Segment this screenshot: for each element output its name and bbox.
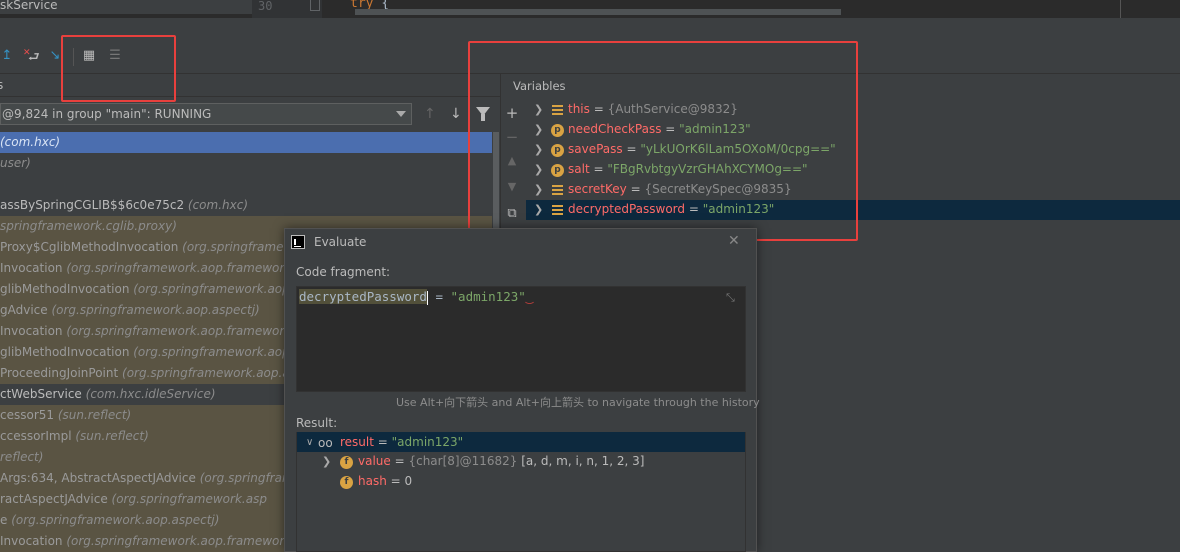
frame-method: ccessorImpl xyxy=(0,429,72,443)
field-type: {char[8]@11682} xyxy=(408,454,522,468)
result-label: Result: xyxy=(296,416,338,430)
frame-package: (org.springframework.aop.a xyxy=(118,366,290,380)
frame-package: (com.hxc.idleService) xyxy=(81,387,216,401)
frame-row[interactable]: (com.hxc) xyxy=(0,132,492,153)
frame-package: (org.springframework.aop.aspectj) xyxy=(47,303,260,317)
field-name: value xyxy=(358,454,391,468)
frame-package: (org.springframework.aop.framework xyxy=(62,324,292,338)
frame-package: (org.springframework.aop.framework xyxy=(62,261,292,275)
dialog-title: Evaluate xyxy=(314,235,367,249)
code-fragment-string: "admin123" xyxy=(450,289,526,304)
frame-package: (org.springframework.aop xyxy=(129,345,290,359)
run-to-cursor-icon[interactable]: ↘ xyxy=(48,49,62,63)
frame-method: glibMethodInvocation xyxy=(0,345,130,359)
frame-package: (org.springframework.aop.framework xyxy=(62,534,292,548)
fold-icon[interactable] xyxy=(310,0,320,11)
field-value: [a, d, m, i, n, 1, 2, 3] xyxy=(521,454,645,468)
editor-file-tab[interactable]: skService xyxy=(0,0,252,14)
frame-package: (org.springframework.aop xyxy=(129,282,290,296)
frame-package: springframework.cglib.proxy) xyxy=(0,219,177,233)
history-hint: Use Alt+向下箭头 and Alt+向上箭头 to navigate th… xyxy=(396,396,760,409)
editor-horizontal-scrollbar[interactable] xyxy=(355,9,841,15)
result-name: result xyxy=(340,435,374,449)
chevron-down-icon[interactable] xyxy=(396,111,406,117)
arrow-up-icon[interactable]: ↑ xyxy=(424,106,436,122)
frame-package: user) xyxy=(0,156,31,170)
chevron-down-icon[interactable]: ∨ xyxy=(306,437,313,448)
watch-glasses-icon: oo xyxy=(318,436,333,450)
code-fragment-label: Code fragment: xyxy=(296,265,391,279)
step-out-icon[interactable]: ↥ xyxy=(0,49,14,63)
frame-method: Invocation xyxy=(0,324,63,338)
frame-package: reflect) xyxy=(0,450,44,464)
code-fragment-text: decryptedPassword = "admin123"‿ xyxy=(299,289,533,305)
equals-sign: = xyxy=(390,454,409,468)
frame-row[interactable] xyxy=(0,174,492,195)
field-value: 0 xyxy=(404,474,413,488)
frame-method: cessor51 xyxy=(0,408,55,422)
result-text: result = "admin123" xyxy=(340,435,463,449)
result-value: "admin123" xyxy=(391,435,464,449)
field-icon: f xyxy=(340,476,353,489)
line-number: 30 xyxy=(258,0,273,13)
equals-sign: = xyxy=(373,435,392,449)
intellij-icon-line xyxy=(294,246,301,247)
frame-method: assBySpringCGLIB$$6c0e75c2 xyxy=(0,198,185,212)
editor-divider xyxy=(1120,0,1121,18)
frame-method: Args:634, AbstractAspectJAdvice xyxy=(0,471,196,485)
frame-method: ProceedingJoinPoint xyxy=(0,366,119,380)
frame-package: (org.springframew xyxy=(178,240,294,254)
chevron-right-icon[interactable]: ❯ xyxy=(322,455,331,468)
frame-package: (org.springframework.asp xyxy=(107,492,267,506)
arrow-down-icon[interactable]: ↓ xyxy=(450,106,462,122)
frames-header-label: s xyxy=(0,78,4,92)
frame-package: (sun.reflect) xyxy=(54,408,132,422)
code-fragment-variable: decryptedPassword xyxy=(299,289,427,304)
frame-method: ctWebService xyxy=(0,387,82,401)
frame-row[interactable]: assBySpringCGLIB$$6c0e75c2 (com.hxc) xyxy=(0,195,492,216)
frame-method: Proxy$CglibMethodInvocation xyxy=(0,240,179,254)
frame-method: ractAspectJAdvice xyxy=(0,492,108,506)
highlight-box-toolbar xyxy=(61,35,176,102)
field-icon: f xyxy=(340,456,353,469)
result-child-text: value = {char[8]@11682} [a, d, m, i, n, … xyxy=(358,454,645,468)
frame-package: (sun.reflect) xyxy=(71,429,149,443)
code-fragment-operator: = xyxy=(427,289,451,304)
frame-method: glibMethodInvocation xyxy=(0,282,130,296)
highlight-box-variables xyxy=(468,41,858,241)
frame-method: Invocation xyxy=(0,534,63,548)
equals-sign: = xyxy=(386,474,405,488)
error-squiggle-icon: ‿ xyxy=(525,289,534,304)
frame-package: (com.hxc) xyxy=(184,198,249,212)
expand-icon[interactable]: ⤡ xyxy=(726,291,735,305)
frame-method: Invocation xyxy=(0,261,63,275)
thread-selector-value: @9,824 in group "main": RUNNING xyxy=(2,107,212,121)
intellij-icon-bar xyxy=(294,239,296,245)
frame-method: gAdvice xyxy=(0,303,48,317)
drop-frame-icon[interactable]: ✕ ⮐ xyxy=(23,48,40,65)
field-name: hash xyxy=(358,474,387,488)
result-child-text: hash = 0 xyxy=(358,474,412,488)
frame-package: (org.springframework.aop.aspectj) xyxy=(7,513,220,527)
frame-row[interactable]: user) xyxy=(0,153,492,174)
close-icon[interactable]: ✕ xyxy=(728,233,740,249)
frame-package: (com.hxc) xyxy=(0,135,61,149)
